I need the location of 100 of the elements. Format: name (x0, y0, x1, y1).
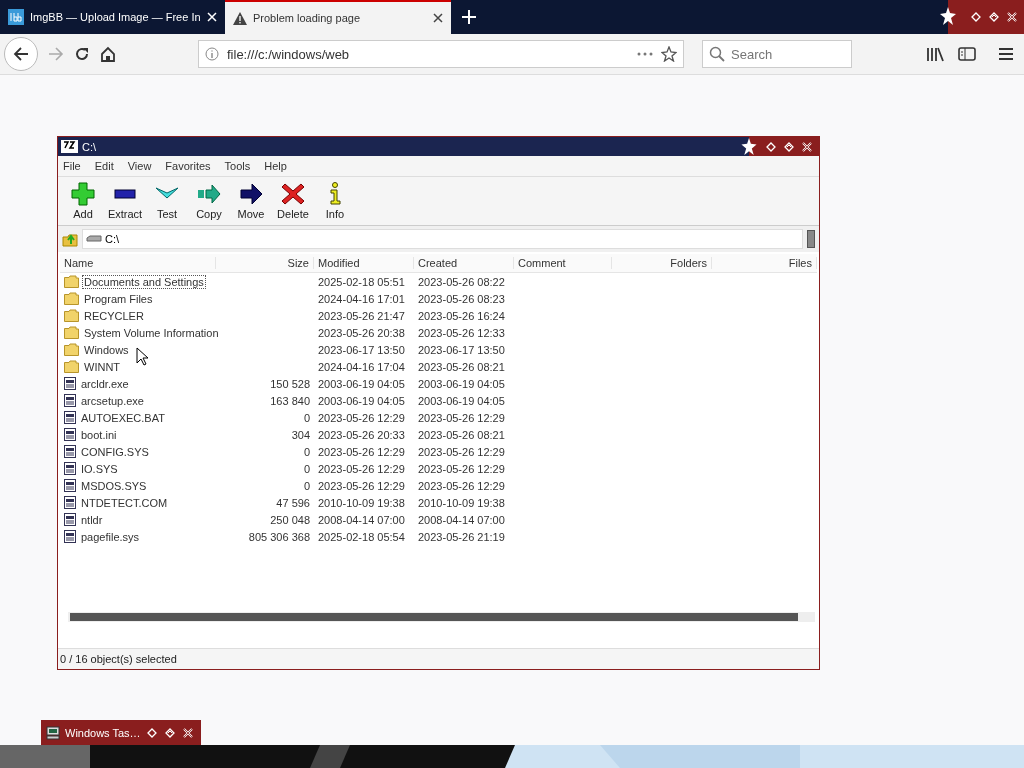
browser-tab[interactable]: Problem loading page (225, 0, 451, 34)
size-cell-text: 250 048 (269, 513, 311, 526)
file-name[interactable]: CONFIG.SYS (79, 444, 151, 459)
column-header[interactable]: Modified (314, 257, 414, 269)
column-header[interactable]: Files (712, 257, 817, 269)
created-cell-text: 2003-06-19 04:05 (417, 394, 506, 407)
file-name[interactable]: ntldr (79, 512, 105, 527)
close-icon[interactable] (1006, 11, 1018, 23)
up-folder-icon[interactable] (62, 231, 78, 247)
toolbar-button[interactable]: Copy (188, 182, 230, 220)
size-cell-text: 0 (302, 445, 311, 458)
file-icon (64, 462, 76, 475)
move-icon (239, 182, 263, 206)
file-name[interactable]: Windows (82, 342, 131, 357)
file-name[interactable]: IO.SYS (79, 461, 120, 476)
computer-icon (46, 725, 60, 740)
menu-icon[interactable] (998, 46, 1014, 62)
modified-cell-text: 2025-02-18 05:54 (317, 530, 406, 543)
created-cell-text: 2010-10-09 19:38 (417, 496, 506, 509)
search-icon (709, 46, 725, 62)
file-name[interactable]: WINNT (82, 359, 123, 374)
menu-item[interactable]: Tools (224, 160, 251, 172)
created-cell-text: 2023-05-26 12:29 (417, 479, 506, 492)
file-name[interactable]: Documents and Settings (82, 274, 206, 289)
star-icon (940, 7, 956, 25)
toolbar-button[interactable]: Add (62, 182, 104, 220)
toolbar-button[interactable]: Delete (272, 182, 314, 220)
file-icon (64, 479, 76, 492)
file-name[interactable]: Program Files (82, 291, 155, 306)
modified-cell-text: 2023-05-26 12:29 (317, 462, 406, 475)
created-cell-text: 2003-06-19 04:05 (417, 377, 506, 390)
file-name[interactable]: boot.ini (79, 427, 119, 442)
file-name[interactable]: arcsetup.exe (79, 393, 146, 408)
file-name[interactable]: System Volume Information (82, 325, 221, 340)
maximize-icon[interactable] (783, 140, 795, 153)
sidebar-icon[interactable] (958, 46, 976, 62)
maximize-icon[interactable] (988, 11, 1000, 23)
reload-icon[interactable] (74, 46, 90, 62)
back-button[interactable] (4, 37, 38, 71)
close-icon[interactable] (433, 13, 443, 23)
column-header[interactable]: Name (60, 257, 216, 269)
menu-item[interactable]: Favorites (165, 160, 211, 172)
back-arrow-icon (13, 47, 29, 61)
home-icon[interactable] (100, 46, 116, 62)
pin-icon[interactable] (145, 726, 158, 739)
toolbar-button[interactable]: Test (146, 182, 188, 220)
horizontal-scrollbar[interactable] (68, 612, 815, 622)
modified-cell-text: 2024-04-16 17:01 (317, 292, 406, 305)
file-name[interactable]: arcldr.exe (79, 376, 131, 391)
column-header[interactable]: Created (414, 257, 514, 269)
search-field[interactable]: Search (702, 40, 852, 68)
pin-icon[interactable] (765, 140, 777, 153)
file-name[interactable]: AUTOEXEC.BAT (79, 410, 167, 425)
toolbar-button[interactable]: Extract (104, 182, 146, 220)
menu-item[interactable]: File (63, 160, 81, 172)
toolbar-button[interactable]: Move (230, 182, 272, 220)
modified-cell-text: 2023-05-26 21:47 (317, 309, 406, 322)
library-icon[interactable] (926, 46, 944, 62)
menu-item[interactable]: Help (264, 160, 287, 172)
scrollbar-thumb[interactable] (70, 613, 798, 621)
browser-tab[interactable]: ImgBB — Upload Image — Free In (0, 0, 225, 34)
file-name[interactable]: NTDETECT.COM (79, 495, 170, 510)
menu-item[interactable]: View (127, 160, 152, 172)
warning-icon (233, 11, 247, 25)
window-title: Windows Tas… (65, 726, 141, 739)
created-cell-text: 2008-04-14 07:00 (417, 513, 506, 526)
created-cell-text: 2023-05-26 21:19 (417, 530, 506, 543)
maximize-icon[interactable] (163, 726, 176, 739)
menu-item[interactable]: Edit (94, 160, 114, 172)
address-bar[interactable]: file:///c:/windows/web (198, 40, 684, 68)
copy-icon (197, 182, 221, 206)
folder-icon (64, 360, 79, 373)
path-field[interactable]: C:\ (82, 229, 803, 249)
created-cell-text: 2023-06-17 13:50 (417, 343, 506, 356)
modified-cell-text: 2003-06-19 04:05 (317, 377, 406, 390)
scrollbar-thumb[interactable] (807, 230, 815, 248)
more-icon[interactable] (637, 52, 653, 56)
file-name[interactable]: MSDOS.SYS (79, 478, 149, 493)
site-icon (8, 9, 24, 25)
file-name[interactable]: pagefile.sys (79, 529, 142, 544)
column-header[interactable]: Folders (612, 257, 712, 269)
file-name[interactable]: RECYCLER (82, 308, 146, 323)
toolbar-button[interactable]: Info (314, 182, 356, 220)
folder-icon (64, 326, 79, 339)
size-cell-text: 47 596 (275, 496, 311, 509)
size-cell-text: 805 306 368 (247, 530, 311, 543)
file-icon (64, 394, 76, 407)
modified-cell-text: 2023-05-26 20:33 (317, 428, 406, 441)
created-cell-text: 2023-05-26 08:21 (417, 428, 506, 441)
modified-cell-text: 2023-05-26 20:38 (317, 326, 406, 339)
created-cell-text: 2023-05-26 12:29 (417, 462, 506, 475)
folder-icon (64, 309, 79, 322)
pin-icon[interactable] (970, 11, 982, 23)
column-header[interactable]: Comment (514, 257, 612, 269)
column-header[interactable]: Size (216, 257, 314, 269)
minimized-window[interactable]: Windows Tas… (41, 720, 201, 745)
file-icon (64, 428, 76, 441)
file-icon (64, 411, 76, 424)
modified-cell-text: 2008-04-14 07:00 (317, 513, 406, 526)
bookmark-star-icon[interactable] (661, 46, 677, 62)
